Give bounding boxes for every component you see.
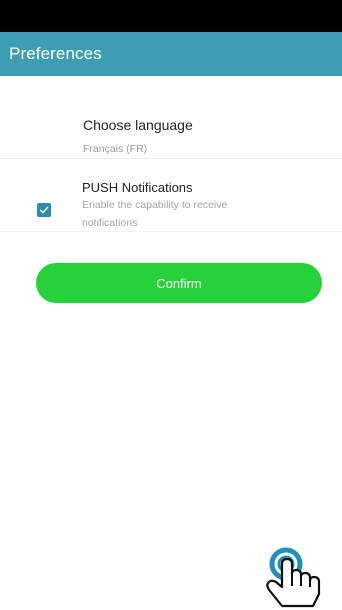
push-notifications-setting[interactable]: PUSH Notifications Enable the capability… [0,159,342,232]
confirm-button[interactable]: Confirm [36,263,322,303]
check-icon [39,206,49,214]
language-label: Choose language [83,117,193,133]
status-bar [0,0,342,32]
tap-hand-icon [266,547,321,608]
push-notifications-description: Enable the capability to receive notific… [82,199,228,229]
language-selector[interactable]: Choose language Français (FR) [0,110,342,159]
push-notifications-label: PUSH Notifications [82,180,193,195]
push-notifications-checkbox[interactable] [37,203,51,217]
app-bar: Preferences [0,32,342,76]
language-value: Français (FR) [83,143,148,155]
page-title: Preferences [9,44,102,63]
preferences-screen: Preferences Choose language Français (FR… [0,0,342,610]
